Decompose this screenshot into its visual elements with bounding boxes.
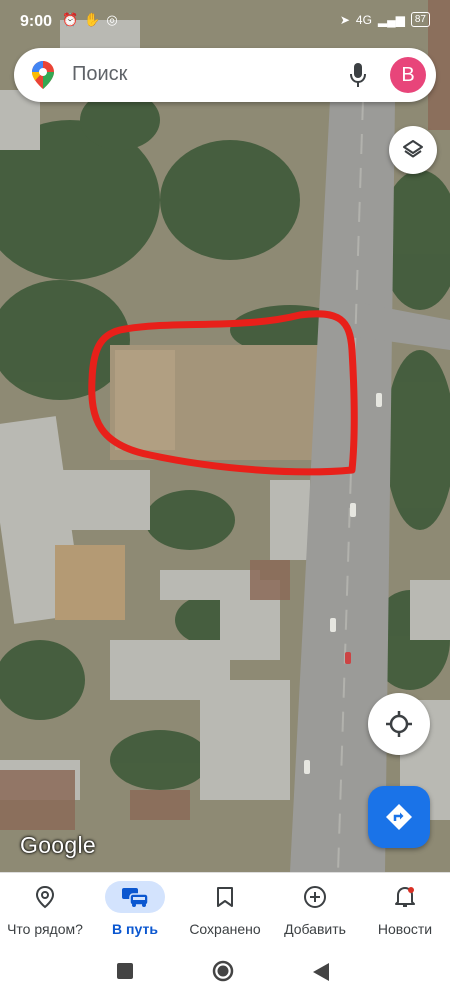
nav-go[interactable]: В путь bbox=[90, 873, 180, 948]
google-logo: Google bbox=[20, 832, 96, 858]
alarm-icon: ⏰ bbox=[62, 12, 79, 27]
instagram-icon: ◎ bbox=[106, 12, 118, 27]
back-button[interactable] bbox=[313, 963, 329, 986]
battery-level: 87 bbox=[410, 12, 430, 27]
system-navigation-bar bbox=[0, 947, 450, 1000]
square-icon bbox=[117, 963, 133, 979]
bookmark-icon bbox=[217, 887, 233, 907]
account-avatar[interactable]: B bbox=[390, 57, 426, 93]
network-type: 4G bbox=[355, 12, 372, 27]
nav-label: Новости bbox=[377, 921, 433, 937]
crosshair-icon bbox=[386, 711, 412, 737]
home-button[interactable] bbox=[212, 960, 234, 987]
layers-button[interactable] bbox=[389, 126, 437, 174]
search-bar[interactable]: Поиск B bbox=[14, 48, 436, 102]
car-icon bbox=[122, 888, 149, 907]
directions-button[interactable] bbox=[368, 786, 430, 848]
location-arrow-icon: ➤ bbox=[339, 12, 350, 27]
nav-saved[interactable]: Сохранено bbox=[180, 873, 270, 948]
nav-label: Сохранено bbox=[189, 921, 261, 937]
directions-icon bbox=[386, 804, 412, 830]
status-bar: 9:00 ⏰ ✋ ◎ ➤ 4G ▂▄▆ 87 bbox=[0, 0, 450, 44]
nav-explore[interactable]: Что рядом? bbox=[0, 873, 90, 948]
status-time: 9:00 bbox=[20, 13, 53, 30]
nav-updates[interactable]: Новости bbox=[360, 873, 450, 948]
nav-label: Добавить bbox=[284, 921, 346, 937]
signal-icon: ▂▄▆ bbox=[377, 12, 405, 27]
nav-label: В путь bbox=[112, 921, 158, 937]
add-circle-icon bbox=[304, 886, 326, 908]
nav-label: Что рядом? bbox=[7, 921, 83, 937]
circle-icon bbox=[212, 960, 234, 982]
notification-icons: ⏰ ✋ ◎ bbox=[62, 12, 118, 28]
system-status-icons: ➤ 4G ▂▄▆ 87 bbox=[340, 12, 430, 27]
recents-button[interactable] bbox=[117, 963, 133, 984]
hand-icon: ✋ bbox=[84, 12, 101, 27]
bottom-navigation: Что рядом? В путь Сохранено Добавить Нов… bbox=[0, 872, 450, 948]
microphone-icon[interactable] bbox=[350, 63, 366, 92]
layers-icon bbox=[403, 140, 423, 158]
my-location-button[interactable] bbox=[368, 693, 430, 755]
back-triangle-icon bbox=[313, 963, 329, 981]
nav-contribute[interactable]: Добавить bbox=[270, 873, 360, 948]
notification-dot bbox=[408, 887, 414, 893]
location-pin-icon bbox=[35, 885, 55, 909]
google-maps-pin-icon bbox=[32, 61, 54, 94]
search-input[interactable]: Поиск bbox=[72, 63, 127, 86]
